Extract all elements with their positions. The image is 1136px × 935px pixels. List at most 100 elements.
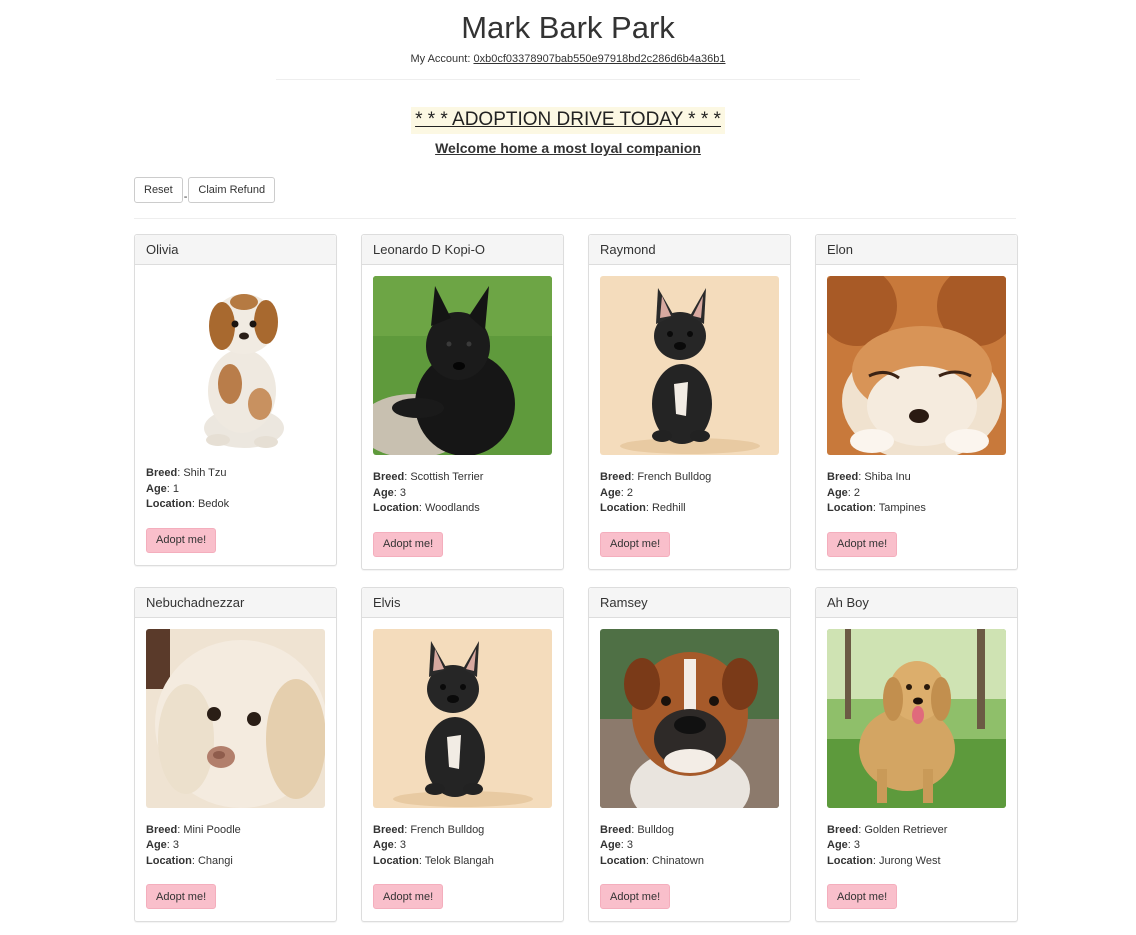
pet-grid: Olivia Breed: Shih Tzu Age: 1 Location: … (134, 234, 1018, 922)
toolbar-divider (134, 218, 1016, 219)
location-label: Location (146, 854, 192, 867)
toolbar: Reset - Claim Refund (134, 177, 1136, 203)
account-label: My Account: (410, 53, 471, 65)
pet-name: Ah Boy (816, 587, 1017, 618)
pet-card: Olivia Breed: Shih Tzu Age: 1 Location: … (134, 234, 337, 566)
adopt-button[interactable]: Adopt me! (373, 884, 444, 909)
pet-name: Raymond (589, 235, 790, 265)
pet-age: 3 (172, 839, 180, 851)
pet-card: Elvis Breed: French Bulldog Age: 3 Locat… (361, 586, 564, 922)
pet-name: Olivia (135, 235, 336, 265)
age-label: Age (827, 839, 848, 851)
promo-banner: * * * ADOPTION DRIVE TODAY * * * (411, 107, 725, 134)
location-label: Location (600, 502, 646, 514)
adopt-button[interactable]: Adopt me! (827, 884, 898, 909)
pet-age: 2 (853, 486, 861, 499)
pet-name: Elon (816, 235, 1017, 265)
age-label: Age (373, 839, 394, 851)
pet-location: Tampines (878, 502, 926, 514)
pet-info: Breed: Mini Poodle Age: 3 Location: Chan… (146, 823, 241, 867)
pet-photo (146, 628, 325, 808)
pet-breed: Shih Tzu (183, 467, 227, 479)
adopt-button[interactable]: Adopt me! (827, 531, 898, 557)
pet-age: 3 (399, 486, 407, 499)
pet-breed: French Bulldog (410, 823, 485, 836)
breed-label: Breed (146, 467, 178, 479)
pet-info: Breed: French Bulldog Age: 3 Location: T… (373, 823, 494, 867)
pet-photo (146, 276, 325, 451)
age-label: Age (827, 486, 848, 499)
location-label: Location (146, 498, 192, 510)
pet-photo (373, 628, 552, 808)
pet-photo (827, 276, 1006, 455)
pet-breed: Scottish Terrier (410, 471, 484, 483)
breed-label: Breed (827, 823, 859, 836)
pet-location: Redhill (651, 502, 686, 514)
pet-card: Raymond Breed: French Bulldog Age: 2 Loc… (588, 234, 791, 570)
pet-photo (600, 276, 779, 455)
age-label: Age (600, 486, 621, 499)
pet-breed: Golden Retriever (864, 823, 948, 836)
pet-location: Telok Blangah (424, 854, 494, 867)
pet-location: Bedok (197, 498, 230, 510)
header-divider (276, 79, 860, 80)
pet-name: Nebuchadnezzar (135, 587, 336, 618)
page-header: Mark Bark Park My Account: 0xb0cf0337890… (0, 0, 1136, 80)
location-label: Location (827, 854, 873, 867)
breed-label: Breed (827, 471, 859, 483)
breed-label: Breed (373, 823, 405, 836)
pet-age: 3 (626, 839, 634, 851)
pet-age: 1 (172, 482, 180, 495)
breed-label: Breed (600, 823, 632, 836)
pet-info: Breed: Bulldog Age: 3 Location: Chinatow… (600, 823, 704, 867)
pet-breed: Bulldog (637, 823, 675, 836)
account-address-link[interactable]: 0xb0cf03378907bab550e97918bd2c286d6b4a36… (473, 53, 725, 65)
breed-label: Breed (600, 471, 632, 483)
pet-age: 3 (853, 839, 861, 851)
location-label: Location (373, 502, 419, 514)
pet-age: 3 (399, 839, 407, 851)
pet-info: Breed: French Bulldog Age: 2 Location: R… (600, 471, 712, 514)
account-line: My Account: 0xb0cf03378907bab550e97918bd… (0, 51, 1136, 67)
pet-breed: Mini Poodle (183, 823, 241, 836)
adopt-button[interactable]: Adopt me! (146, 527, 217, 553)
pet-photo (600, 628, 779, 808)
pet-location: Woodlands (424, 502, 480, 514)
button-separator: - (183, 191, 188, 203)
claim-refund-button[interactable]: Claim Refund (188, 177, 276, 203)
age-label: Age (600, 839, 621, 851)
pet-card: Elon Breed: Shiba Inu Age: 2 Location: T… (815, 234, 1018, 570)
location-label: Location (827, 502, 873, 514)
age-label: Age (146, 482, 167, 495)
promo-tagline: Welcome home a most loyal companion (435, 140, 701, 156)
breed-label: Breed (146, 823, 178, 836)
site-title: Mark Bark Park (461, 10, 675, 45)
pet-name: Leonardo D Kopi-O (362, 235, 563, 265)
pet-card: Nebuchadnezzar Breed: Mini Poodle Age: 3… (134, 586, 337, 922)
promo-section: * * * ADOPTION DRIVE TODAY * * * Welcome… (0, 107, 1136, 157)
pet-location: Changi (197, 854, 233, 867)
breed-label: Breed (373, 471, 405, 483)
adopt-button[interactable]: Adopt me! (146, 884, 217, 909)
pet-info: Breed: Shiba Inu Age: 2 Location: Tampin… (827, 471, 926, 514)
age-label: Age (373, 486, 394, 499)
adopt-button[interactable]: Adopt me! (600, 884, 671, 909)
pet-photo (373, 276, 552, 455)
pet-card: Ramsey Breed: Bulldog Age: 3 Location: C… (588, 586, 791, 922)
location-label: Location (600, 854, 646, 867)
pet-info: Breed: Scottish Terrier Age: 3 Location:… (373, 471, 484, 514)
age-label: Age (146, 839, 167, 851)
pet-location: Jurong West (878, 854, 941, 867)
pet-info: Breed: Shih Tzu Age: 1 Location: Bedok (146, 467, 230, 510)
adopt-button[interactable]: Adopt me! (373, 531, 444, 557)
pet-age: 2 (626, 486, 634, 499)
pet-name: Elvis (362, 587, 563, 618)
pet-card: Leonardo D Kopi-O Breed: Scottish Terrie… (361, 234, 564, 570)
reset-button[interactable]: Reset (134, 177, 183, 203)
pet-info: Breed: Golden Retriever Age: 3 Location:… (827, 823, 948, 867)
pet-card: Ah Boy Breed: Golden Retriever Age: 3 Lo… (815, 586, 1018, 922)
adopt-button[interactable]: Adopt me! (600, 531, 671, 557)
pet-breed: Shiba Inu (864, 471, 911, 483)
pet-location: Chinatown (651, 854, 704, 867)
location-label: Location (373, 854, 419, 867)
